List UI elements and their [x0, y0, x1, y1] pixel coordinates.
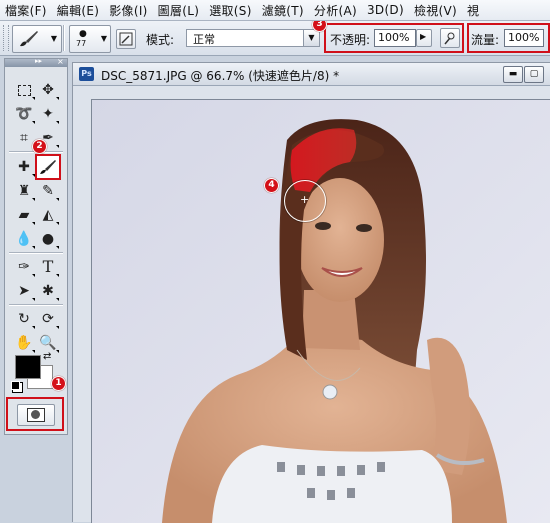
quick-mask-icon[interactable] [17, 404, 55, 426]
maximize-button[interactable]: ▢ [524, 66, 544, 83]
menu-bar: 檔案(F) 編輯(E) 影像(I) 圖層(L) 選取(S) 濾鏡(T) 分析(A… [0, 0, 550, 21]
path-select-icon[interactable]: ➤ [13, 280, 35, 302]
blur-icon[interactable]: 💧 [13, 228, 35, 250]
options-bar: ▼ ● 77 ▼ 模式: 正常 ▼ 不透明: 100% ▶ 3 流量: 100% [0, 21, 550, 56]
collapse-icon[interactable]: ▸▸ [35, 57, 42, 65]
chevron-down-icon: ▼ [100, 34, 107, 43]
ps-icon: Ps [79, 67, 94, 81]
airbrush-icon [444, 32, 455, 45]
opacity-label: 不透明: [330, 33, 371, 47]
brush-preset-icon: ● [79, 29, 87, 39]
3d-orbit-icon[interactable]: ⟳ [37, 308, 59, 330]
default-colors-icon[interactable] [11, 381, 20, 390]
opacity-input[interactable]: 100% [374, 29, 416, 47]
brush-icon [20, 31, 38, 47]
move-icon[interactable]: ✥ [37, 79, 59, 101]
menu-view[interactable]: 檢視(V) [409, 2, 462, 19]
brush-size-label: 77 [76, 39, 87, 48]
toolbox: ▸▸ × ✥ ➰ ✦ ⌗ ✒ ✚ 2 ♜ ✎ ▰ ◭ 💧 ● ✑ T ➤ ✱ ↻… [4, 57, 68, 435]
hand-icon[interactable]: ✋ [13, 332, 35, 354]
minimize-button[interactable]: ▬ [503, 66, 523, 83]
photo [92, 100, 550, 523]
toolbox-header[interactable]: ▸▸ × [5, 57, 67, 67]
menu-file[interactable]: 檔案(F) [0, 2, 52, 19]
menu-edit[interactable]: 編輯(E) [52, 2, 104, 19]
image-canvas[interactable]: + 4 [91, 99, 550, 523]
menu-select[interactable]: 選取(S) [204, 2, 256, 19]
menu-3d[interactable]: 3D(D) [362, 3, 409, 17]
badge-2: 2 [32, 139, 47, 154]
document-window: Ps DSC_5871.JPG @ 66.7% (快速遮色片/8) * ▬ ▢ [72, 62, 550, 523]
menu-image[interactable]: 影像(I) [104, 2, 152, 19]
mode-value: 正常 [193, 33, 215, 46]
pen-icon[interactable]: ✑ [13, 256, 35, 278]
mode-select[interactable]: 正常 ▼ [186, 29, 320, 47]
close-icon[interactable]: × [57, 57, 64, 66]
bucket-icon[interactable]: ◭ [37, 204, 59, 226]
badge-1: 1 [51, 376, 66, 391]
document-title: DSC_5871.JPG @ 66.7% (快速遮色片/8) * [101, 69, 340, 83]
brush-picker[interactable]: ● 77 ▼ [69, 25, 111, 53]
grip-handle[interactable] [3, 25, 9, 51]
chevron-right-icon: ▶ [420, 32, 427, 41]
brush-tool-icon[interactable] [35, 154, 61, 180]
brush-cursor-icon: + [284, 180, 326, 222]
mode-label: 模式: [146, 33, 175, 47]
pressure-opacity-button[interactable] [440, 28, 460, 48]
menu-window[interactable]: 視 [462, 2, 484, 19]
menu-filter[interactable]: 濾鏡(T) [257, 2, 309, 19]
flow-input[interactable]: 100% [504, 29, 544, 47]
dodge-icon[interactable]: ● [37, 228, 59, 250]
shape-icon[interactable]: ✱ [37, 280, 59, 302]
stamp-icon[interactable]: ♜ [13, 180, 35, 202]
tool-preset-picker[interactable]: ▼ [12, 25, 62, 53]
separator [9, 304, 63, 306]
chevron-down-icon: ▼ [50, 34, 57, 43]
menu-layer[interactable]: 圖層(L) [153, 2, 205, 19]
badge-4: 4 [264, 178, 279, 193]
magic-wand-icon[interactable]: ✦ [37, 103, 59, 125]
healing-icon[interactable]: ✚ [13, 156, 35, 178]
opacity-slider-button[interactable]: ▶ [416, 29, 432, 47]
swap-colors-icon[interactable]: ⇄ [43, 351, 51, 362]
history-brush-icon[interactable]: ✎ [37, 180, 59, 202]
eraser-icon[interactable]: ▰ [13, 204, 35, 226]
flow-label: 流量: [471, 33, 500, 47]
brush-panel-toggle[interactable] [116, 29, 136, 49]
document-title-bar[interactable]: Ps DSC_5871.JPG @ 66.7% (快速遮色片/8) * ▬ ▢ [73, 63, 550, 86]
separator [63, 25, 65, 51]
menu-analysis[interactable]: 分析(A) [309, 2, 362, 19]
chevron-down-icon: ▼ [303, 30, 319, 46]
airbrush-icon [119, 32, 133, 46]
foreground-color[interactable] [15, 355, 41, 379]
type-icon[interactable]: T [37, 256, 59, 278]
marquee-icon[interactable] [13, 79, 35, 101]
3d-rotate-icon[interactable]: ↻ [13, 308, 35, 330]
lasso-icon[interactable]: ➰ [13, 103, 35, 125]
separator [9, 252, 63, 254]
